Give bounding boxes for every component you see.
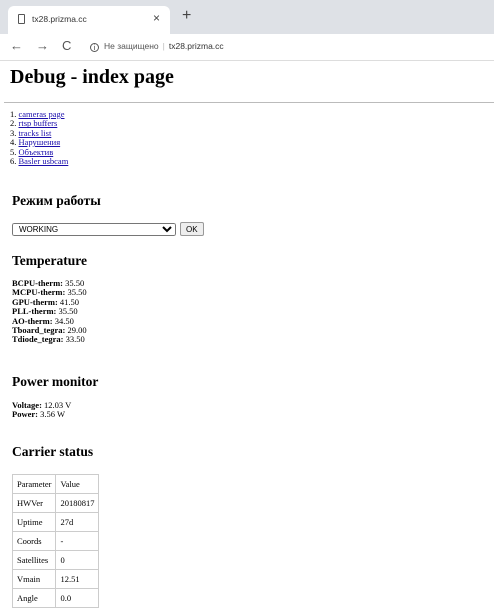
table-row: Coords - <box>11 531 100 551</box>
power-value: 3.56 W <box>40 409 65 420</box>
url-text: tx28.prizma.cc <box>168 41 224 51</box>
table-row: HWVer 20180817 <box>11 493 100 513</box>
address-bar[interactable]: i Не защищено | tx28.prizma.cc <box>90 41 224 52</box>
table-cell: Uptime <box>11 512 57 532</box>
table-row: Vmain 12.51 <box>11 569 100 589</box>
mode-heading: Режим работы <box>12 193 101 208</box>
table-header-cell: Parameter <box>11 474 57 494</box>
table-cell: HWVer <box>11 493 57 513</box>
list-number: 6. <box>10 156 17 167</box>
reload-icon[interactable]: C <box>62 38 71 53</box>
table-row: Angle 0.0 <box>11 588 100 608</box>
power-heading: Power monitor <box>12 374 99 389</box>
document-icon <box>18 14 25 24</box>
forward-arrow-icon[interactable]: → <box>36 38 49 53</box>
mode-select[interactable]: WORKING <box>12 223 176 236</box>
browser-tab[interactable]: tx28.prizma.cc × <box>8 6 170 34</box>
table-header-cell: Value <box>55 474 100 494</box>
temperature-value: 33.50 <box>65 334 85 345</box>
carrier-status-table: Parameter Value HWVer 20180817 Uptime 27d … <box>11 474 100 608</box>
table-cell: 0.0 <box>55 588 100 608</box>
insecure-label: Не защищено <box>104 41 159 51</box>
back-arrow-icon[interactable]: ← <box>10 38 23 53</box>
address-separator: | <box>162 41 165 51</box>
table-cell: Angle <box>11 588 57 608</box>
table-cell: 12.51 <box>55 569 100 589</box>
table-cell: Satellites <box>11 550 57 570</box>
power-row: Power: 3.56 W <box>12 410 71 419</box>
list-item: 6. Basler usbcam <box>10 156 69 167</box>
tab-title: tx28.prizma.cc <box>32 14 87 24</box>
temperature-row: Tdiode_tegra: 33.50 <box>12 335 87 344</box>
temperature-label: Tdiode_tegra: <box>12 334 64 345</box>
browser-toolbar: ← → C i Не защищено | tx28.prizma.cc <box>0 34 494 61</box>
info-icon[interactable]: i <box>90 43 99 52</box>
temperature-list: BCPU-therm: 35.50 MCPU-therm: 35.50 GPU-… <box>12 278 87 345</box>
power-label: Power: <box>12 409 38 420</box>
table-cell: Vmain <box>11 569 57 589</box>
new-tab-icon[interactable]: + <box>182 7 191 25</box>
table-header-row: Parameter Value <box>11 474 100 494</box>
basler-usbcam-link[interactable]: Basler usbcam <box>19 156 69 166</box>
table-cell: - <box>55 531 100 551</box>
page-title: Debug - index page <box>10 66 174 88</box>
power-list: Voltage: 12.03 V Power: 3.56 W <box>12 400 71 420</box>
carrier-heading: Carrier status <box>12 444 94 459</box>
table-cell: Coords <box>11 531 57 551</box>
title-divider <box>4 102 494 103</box>
tab-bar: tx28.prizma.cc × + <box>0 0 494 34</box>
nav-links-list: 1. cameras page 2. rtsp buffers 3. track… <box>10 109 69 167</box>
ok-button[interactable]: OK <box>180 222 204 236</box>
close-tab-icon[interactable]: × <box>153 11 160 25</box>
table-row: Uptime 27d <box>11 512 100 532</box>
temperature-heading: Temperature <box>12 253 87 268</box>
table-cell: 0 <box>55 550 100 570</box>
table-row: Satellites 0 <box>11 550 100 570</box>
table-cell: 20180817 <box>55 493 100 513</box>
table-cell: 27d <box>55 512 100 532</box>
